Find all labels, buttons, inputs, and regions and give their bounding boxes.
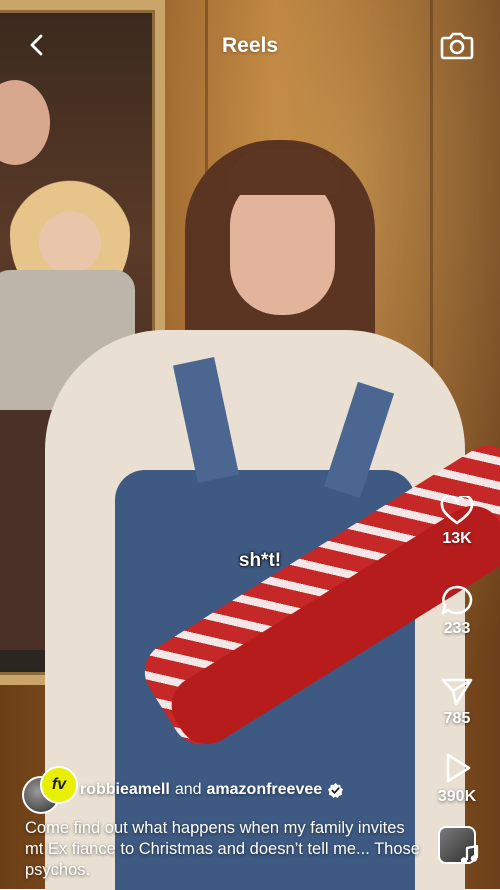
author-names: robbieamell and amazonfreevee bbox=[80, 781, 344, 799]
video-subtitle: sh*t! bbox=[238, 550, 282, 571]
camera-icon[interactable] bbox=[440, 29, 474, 61]
play-icon bbox=[446, 753, 471, 783]
verified-badge-icon bbox=[328, 782, 344, 798]
top-bar: Reels bbox=[0, 0, 500, 92]
post-caption[interactable]: Come find out what happens when my famil… bbox=[25, 818, 425, 881]
page-title: Reels bbox=[221, 34, 279, 57]
author-primary[interactable]: robbieamell bbox=[80, 781, 170, 799]
avatar[interactable]: fv bbox=[22, 766, 78, 814]
woman-face bbox=[230, 175, 335, 315]
comment-count: 233 bbox=[443, 620, 471, 637]
heart-icon bbox=[440, 496, 474, 525]
plays-indicator: 390K bbox=[424, 752, 490, 806]
play-count: 390K bbox=[437, 788, 477, 805]
send-icon bbox=[441, 678, 473, 706]
music-note-icon bbox=[458, 844, 480, 865]
author-row[interactable]: fv robbieamell and amazonfreevee bbox=[22, 766, 344, 814]
collaborator-avatar: fv bbox=[40, 766, 78, 804]
author-connector: and bbox=[174, 781, 202, 798]
woman-bangs bbox=[228, 150, 340, 195]
share-button[interactable]: 785 bbox=[424, 676, 490, 728]
like-count: 13K bbox=[442, 530, 472, 547]
comment-icon bbox=[441, 585, 473, 615]
like-button[interactable]: 13K bbox=[424, 496, 490, 548]
share-count: 785 bbox=[443, 710, 471, 727]
portrait-face bbox=[0, 80, 50, 165]
comment-button[interactable]: 233 bbox=[424, 584, 490, 638]
author-secondary[interactable]: amazonfreevee bbox=[207, 781, 323, 799]
